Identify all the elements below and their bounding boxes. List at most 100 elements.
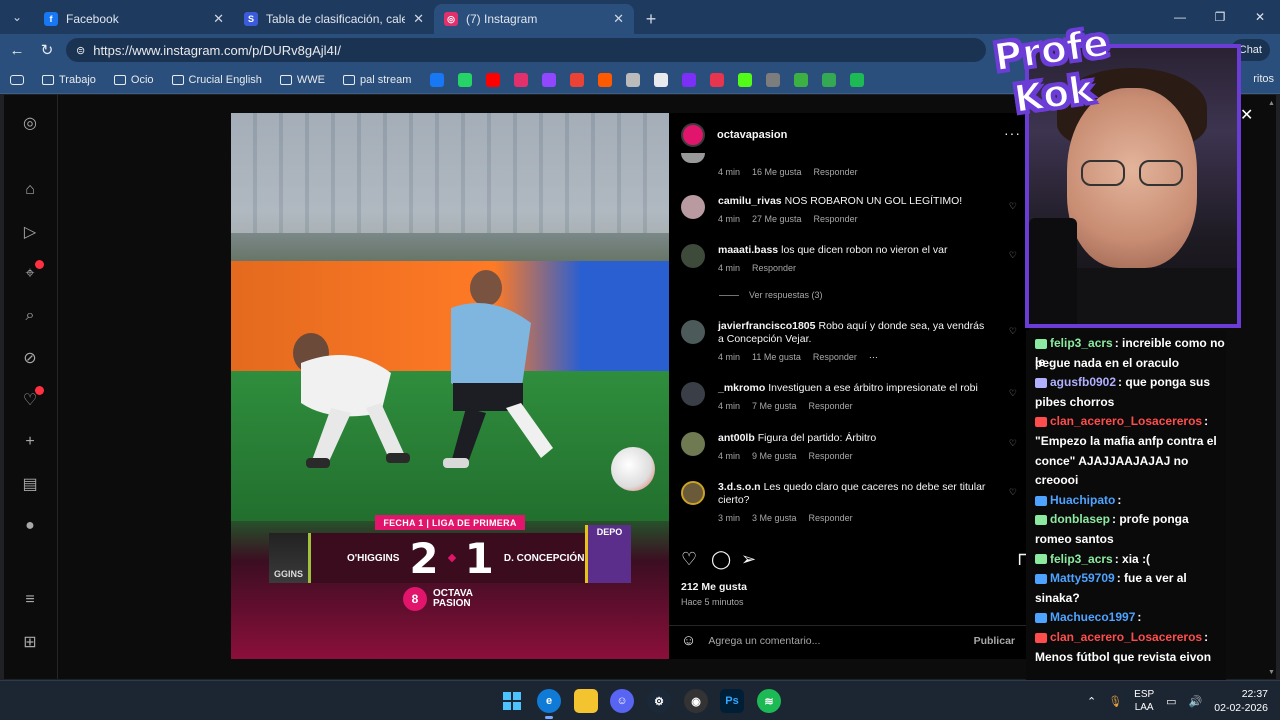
tab-search-button[interactable]: ⌄ — [0, 0, 34, 34]
view-replies-button[interactable]: Ver respuestas (3) — [719, 290, 823, 300]
scroll-down-icon[interactable]: ▼ — [1268, 669, 1275, 676]
chat-username[interactable]: clan_acerero_Losacereros — [1050, 630, 1202, 644]
reload-icon[interactable]: ↻ — [32, 35, 62, 65]
chat-username[interactable]: Machueco1997 — [1050, 610, 1135, 624]
microphone-icon[interactable]: 🎙 — [1108, 695, 1122, 708]
tab-facebook[interactable]: f Facebook ✕ — [34, 4, 234, 34]
author-username[interactable]: octavapasion — [717, 129, 787, 141]
obs-icon[interactable]: ◉ — [684, 689, 708, 713]
dashboard-icon[interactable]: ▤ — [20, 474, 40, 494]
minimize-icon[interactable]: — — [1160, 0, 1200, 34]
network-icon[interactable]: ▭ — [1166, 695, 1176, 708]
reels-icon[interactable]: ▷ — [20, 222, 40, 242]
reply-button[interactable]: Responder — [809, 451, 853, 461]
bookmark-site-icon[interactable] — [822, 72, 837, 87]
reply-button[interactable]: Responder — [752, 263, 796, 273]
bookmark-site-icon[interactable] — [682, 72, 697, 87]
tab-instagram[interactable]: ◎ (7) Instagram ✕ — [434, 4, 634, 34]
spotify-icon[interactable]: ≋ — [757, 689, 781, 713]
bookmark-folder[interactable]: Ocio — [108, 74, 160, 86]
bookmark-folder[interactable]: WWE — [274, 74, 331, 86]
commenter-username[interactable]: camilu_rivas — [718, 195, 782, 207]
post-image[interactable]: FECHA 1 | LIGA DE PRIMERA GGINS O'HIGGIN… — [231, 113, 669, 659]
volume-icon[interactable]: 🔊 — [1189, 695, 1203, 708]
bookmark-site-icon[interactable] — [458, 72, 473, 87]
site-info-icon[interactable]: ⊜ — [76, 44, 85, 57]
commenter-username[interactable]: javierfrancisco1805 — [718, 320, 815, 332]
bookmark-site-icon[interactable] — [654, 72, 669, 87]
bookmark-site-icon[interactable] — [794, 72, 809, 87]
close-tab-icon[interactable]: ✕ — [413, 11, 424, 27]
chat-username[interactable]: donblasep — [1050, 512, 1110, 526]
menu-icon[interactable]: ≡ — [20, 590, 40, 610]
bookmark-site-icon[interactable] — [430, 72, 445, 87]
commenter-username[interactable]: 3.d.s.o.n — [718, 481, 761, 493]
notifications-icon[interactable]: ♡ — [20, 386, 44, 410]
steam-icon[interactable]: ⚙ — [647, 689, 671, 713]
reply-button[interactable]: Responder — [813, 352, 857, 362]
share-icon[interactable]: ➢ — [741, 549, 756, 570]
also-from-meta-icon[interactable]: ⊞ — [20, 632, 40, 652]
threads-icon[interactable]: ● — [20, 516, 40, 536]
reply-button[interactable]: Responder — [814, 214, 858, 224]
bookmark-folder[interactable]: pal stream — [337, 74, 417, 86]
publish-button[interactable]: Publicar — [974, 635, 1015, 647]
commenter-avatar[interactable] — [681, 195, 705, 219]
reply-button[interactable]: Responder — [809, 401, 853, 411]
start-icon[interactable] — [500, 689, 524, 713]
commenter-username[interactable]: ant00lb — [718, 432, 755, 444]
commenter-username[interactable]: maaati.bass — [718, 244, 778, 256]
reply-button[interactable]: Responder — [809, 513, 853, 523]
instagram-logo-icon[interactable]: ◎ — [20, 113, 40, 133]
chat-username[interactable]: agusfb0902 — [1050, 375, 1116, 389]
maximize-icon[interactable]: ❐ — [1200, 0, 1240, 34]
like-comment-icon[interactable]: ♡ — [1009, 326, 1017, 337]
back-icon[interactable]: ← — [2, 35, 32, 65]
bookmark-folder[interactable]: Trabajo — [36, 74, 102, 86]
search-icon[interactable]: ⌕ — [20, 306, 40, 326]
bookmark-site-icon[interactable] — [626, 72, 641, 87]
explore-icon[interactable]: ⊘ — [20, 348, 40, 368]
reply-button[interactable]: Responder — [814, 167, 858, 177]
bookmark-site-icon[interactable] — [570, 72, 585, 87]
url-field[interactable]: ⊜ https://www.instagram.com/p/DURv8gAjl4… — [66, 38, 986, 62]
bookmark-site-icon[interactable] — [850, 72, 865, 87]
bookmark-folder[interactable]: Crucial English — [166, 74, 268, 86]
likes-count[interactable]: 212 Me gusta — [681, 581, 747, 593]
like-comment-icon[interactable]: ♡ — [1009, 438, 1017, 449]
bookmark-site-icon[interactable] — [766, 72, 781, 87]
chat-username[interactable]: felip3_acrs — [1050, 552, 1113, 566]
close-tab-icon[interactable]: ✕ — [613, 11, 624, 27]
comment-icon[interactable]: ◯ — [711, 549, 731, 570]
chat-username[interactable]: clan_acerero_Losacereros — [1050, 414, 1202, 428]
favorites-label[interactable]: ritos — [1253, 73, 1274, 85]
like-comment-icon[interactable]: ♡ — [1009, 201, 1017, 212]
input-language[interactable]: ESP LAA — [1134, 688, 1154, 714]
clock[interactable]: 22:37 02-02-2026 — [1214, 687, 1268, 715]
commenter-avatar[interactable] — [681, 481, 705, 505]
edge-icon[interactable]: e — [537, 689, 561, 719]
bookmark-site-icon[interactable] — [710, 72, 725, 87]
new-tab-button[interactable]: + — [634, 4, 668, 34]
author-avatar[interactable] — [681, 123, 705, 147]
file-explorer-icon[interactable] — [574, 689, 598, 713]
show-hidden-icons[interactable]: ⌃ — [1087, 695, 1096, 708]
chat-username[interactable]: Huachipato — [1050, 493, 1115, 507]
comment-input[interactable]: Agrega un comentario... — [708, 635, 820, 647]
close-window-icon[interactable]: ✕ — [1240, 0, 1280, 34]
emoji-icon[interactable]: ☺ — [681, 632, 696, 649]
bookmark-site-icon[interactable] — [738, 72, 753, 87]
comment-options-icon[interactable]: ··· — [869, 352, 878, 362]
like-comment-icon[interactable]: ♡ — [1009, 250, 1017, 261]
home-icon[interactable]: ⌂ — [20, 180, 40, 200]
commenter-avatar[interactable] — [681, 382, 705, 406]
bookmark-site-icon[interactable] — [542, 72, 557, 87]
close-tab-icon[interactable]: ✕ — [213, 11, 224, 27]
commenter-avatar[interactable] — [681, 153, 705, 163]
commenter-avatar[interactable] — [681, 432, 705, 456]
bookmark-site-icon[interactable] — [598, 72, 613, 87]
commenter-avatar[interactable] — [681, 244, 705, 268]
commenter-username[interactable]: _mkromo — [718, 382, 765, 394]
photoshop-icon[interactable]: Ps — [720, 689, 744, 713]
messages-icon[interactable]: ⌖ — [20, 260, 44, 284]
